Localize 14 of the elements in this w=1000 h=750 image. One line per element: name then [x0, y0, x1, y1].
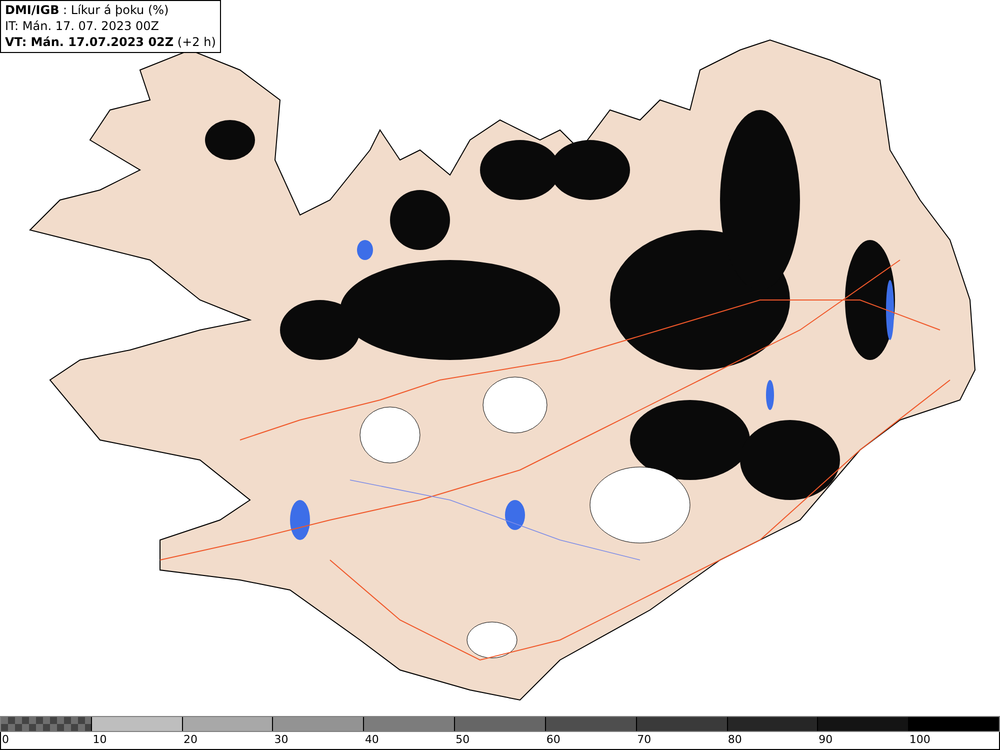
legend-label: 30 [274, 733, 288, 746]
legend-label: 70 [637, 733, 652, 746]
info-text: VT: Mán. 17.07.2023 02Z (+2 h) [5, 35, 216, 50]
legend-label: 20 [183, 733, 198, 746]
legend-label: 40 [364, 733, 379, 746]
legend-label: 100 [909, 733, 930, 746]
legend-label: 10 [92, 733, 107, 746]
info-text: IT: Mán. 17. 07. 2023 00Z [5, 19, 160, 34]
legend-label: 50 [456, 733, 470, 746]
info-text: DMI/IGB : Líkur á þoku (%) [5, 3, 170, 18]
legend-label: 0 [2, 733, 9, 746]
legend-label: 60 [546, 733, 560, 746]
legend-label: 90 [818, 733, 833, 746]
legend-label: 80 [728, 733, 742, 746]
